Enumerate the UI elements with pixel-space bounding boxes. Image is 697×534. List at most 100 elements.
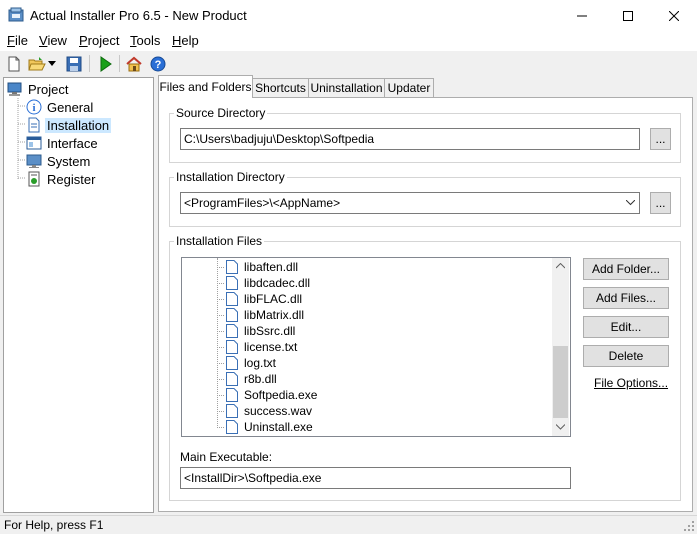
save-button[interactable] xyxy=(64,54,84,74)
list-item[interactable]: success.wav xyxy=(182,403,552,419)
main-executable-label: Main Executable: xyxy=(180,450,273,464)
resize-grip-icon[interactable] xyxy=(684,521,695,532)
window-title: Actual Installer Pro 6.5 - New Product xyxy=(30,8,247,23)
home-icon xyxy=(126,56,142,72)
tree-branch xyxy=(217,395,225,396)
file-icon xyxy=(226,308,238,322)
tree-item-system[interactable]: System xyxy=(26,152,92,170)
tree-branch xyxy=(217,363,225,364)
menu-project[interactable]: Project xyxy=(79,33,119,48)
open-button[interactable] xyxy=(27,54,47,74)
file-icon xyxy=(226,372,238,386)
file-icon xyxy=(226,404,238,418)
minimize-button[interactable] xyxy=(559,0,605,31)
tab-updater[interactable]: Updater xyxy=(384,78,434,97)
menu-bar: File View Project Tools Help xyxy=(0,31,697,51)
toolbar-separator xyxy=(89,55,90,72)
app-icon xyxy=(8,7,24,23)
tree-branch xyxy=(217,331,225,332)
open-dropdown-button[interactable] xyxy=(46,54,58,74)
home-button[interactable] xyxy=(124,54,144,74)
info-icon: i xyxy=(26,99,42,115)
tree-branch xyxy=(217,427,225,428)
title-bar: Actual Installer Pro 6.5 - New Product xyxy=(0,0,697,31)
menu-file[interactable]: File xyxy=(7,33,28,48)
edit-button[interactable]: Edit... xyxy=(583,316,669,338)
add-folder-button[interactable]: Add Folder... xyxy=(583,258,669,280)
list-item[interactable]: libFLAC.dll xyxy=(182,291,552,307)
source-directory-label: Source Directory xyxy=(174,106,268,120)
delete-button[interactable]: Delete xyxy=(583,345,669,367)
menu-help[interactable]: Help xyxy=(172,33,199,48)
installation-directory-combo[interactable]: <ProgramFiles>\<AppName> xyxy=(180,192,640,214)
tree-item-installation[interactable]: Installation xyxy=(26,116,112,134)
svg-text:i: i xyxy=(32,102,35,114)
build-run-button[interactable] xyxy=(95,54,115,74)
help-button[interactable]: ? xyxy=(148,54,168,74)
tree-item-label: Register xyxy=(47,171,96,187)
toolbar: ? xyxy=(0,51,697,76)
menu-view[interactable]: View xyxy=(39,33,67,48)
tree-item-label: System xyxy=(47,153,91,169)
tree-item-project[interactable]: Project xyxy=(7,80,70,98)
close-icon xyxy=(669,10,679,21)
add-files-button[interactable]: Add Files... xyxy=(583,287,669,309)
window-icon xyxy=(26,136,42,150)
maximize-button[interactable] xyxy=(605,0,651,31)
list-item[interactable]: Uninstall.exe xyxy=(182,419,552,435)
vertical-scrollbar[interactable] xyxy=(552,258,569,436)
tab-files-and-folders[interactable]: Files and Folders xyxy=(158,75,253,98)
file-icon xyxy=(226,260,238,274)
list-item[interactable]: libSsrc.dll xyxy=(182,323,552,339)
tree-branch xyxy=(217,283,225,284)
list-item[interactable]: Softpedia.exe xyxy=(182,387,552,403)
dropdown-arrow-icon xyxy=(48,61,56,66)
list-item[interactable]: libMatrix.dll xyxy=(182,307,552,323)
tree-branch xyxy=(217,299,225,300)
scroll-down-icon[interactable] xyxy=(556,424,565,430)
close-button[interactable] xyxy=(651,0,697,31)
file-tree-list[interactable]: libaften.dll libdcadec.dll libFLAC.dll l… xyxy=(181,257,571,437)
list-item[interactable]: log.txt xyxy=(182,355,552,371)
tree-item-general[interactable]: i General xyxy=(26,98,95,116)
tree-item-register[interactable]: Register xyxy=(26,170,97,188)
help-icon: ? xyxy=(150,56,166,72)
file-icon xyxy=(226,356,238,370)
installation-directory-label: Installation Directory xyxy=(174,170,287,184)
status-bar: For Help, press F1 xyxy=(0,515,697,534)
tree-branch xyxy=(217,315,225,316)
file-icon xyxy=(226,340,238,354)
new-button[interactable] xyxy=(4,54,24,74)
tree-branch xyxy=(217,267,225,268)
scrollbar-thumb[interactable] xyxy=(553,346,568,418)
file-icon xyxy=(226,324,238,338)
toolbar-separator xyxy=(119,55,120,72)
list-item[interactable]: r8b.dll xyxy=(182,371,552,387)
tree-item-interface[interactable]: Interface xyxy=(26,134,100,152)
install-dir-browse-button[interactable]: ... xyxy=(650,192,671,214)
list-item[interactable]: libaften.dll xyxy=(182,259,552,275)
file-options-link[interactable]: File Options... xyxy=(594,376,668,390)
tree-branch xyxy=(217,379,225,380)
register-icon xyxy=(28,171,40,187)
source-directory-field[interactable]: C:\Users\badjuju\Desktop\Softpedia xyxy=(180,128,640,150)
menu-tools[interactable]: Tools xyxy=(130,33,160,48)
save-icon xyxy=(66,56,82,72)
chevron-down-icon xyxy=(626,200,635,206)
source-browse-button[interactable]: ... xyxy=(650,128,671,150)
list-item[interactable]: libdcadec.dll xyxy=(182,275,552,291)
computer-icon xyxy=(7,82,22,96)
main-executable-field[interactable]: <InstallDir>\Softpedia.exe xyxy=(180,467,571,489)
tab-shortcuts[interactable]: Shortcuts xyxy=(252,78,309,97)
status-text: For Help, press F1 xyxy=(4,518,104,532)
project-tree[interactable]: Project i General Installation Interface… xyxy=(3,77,154,513)
file-icon xyxy=(226,420,238,434)
tree-item-label: Project xyxy=(28,81,69,97)
tree-branch xyxy=(217,347,225,348)
new-icon xyxy=(8,56,20,72)
scroll-up-icon[interactable] xyxy=(556,263,565,269)
tree-item-label: Interface xyxy=(47,135,98,151)
tree-branch xyxy=(217,411,225,412)
list-item[interactable]: license.txt xyxy=(182,339,552,355)
tab-uninstallation[interactable]: Uninstallation xyxy=(308,78,385,97)
